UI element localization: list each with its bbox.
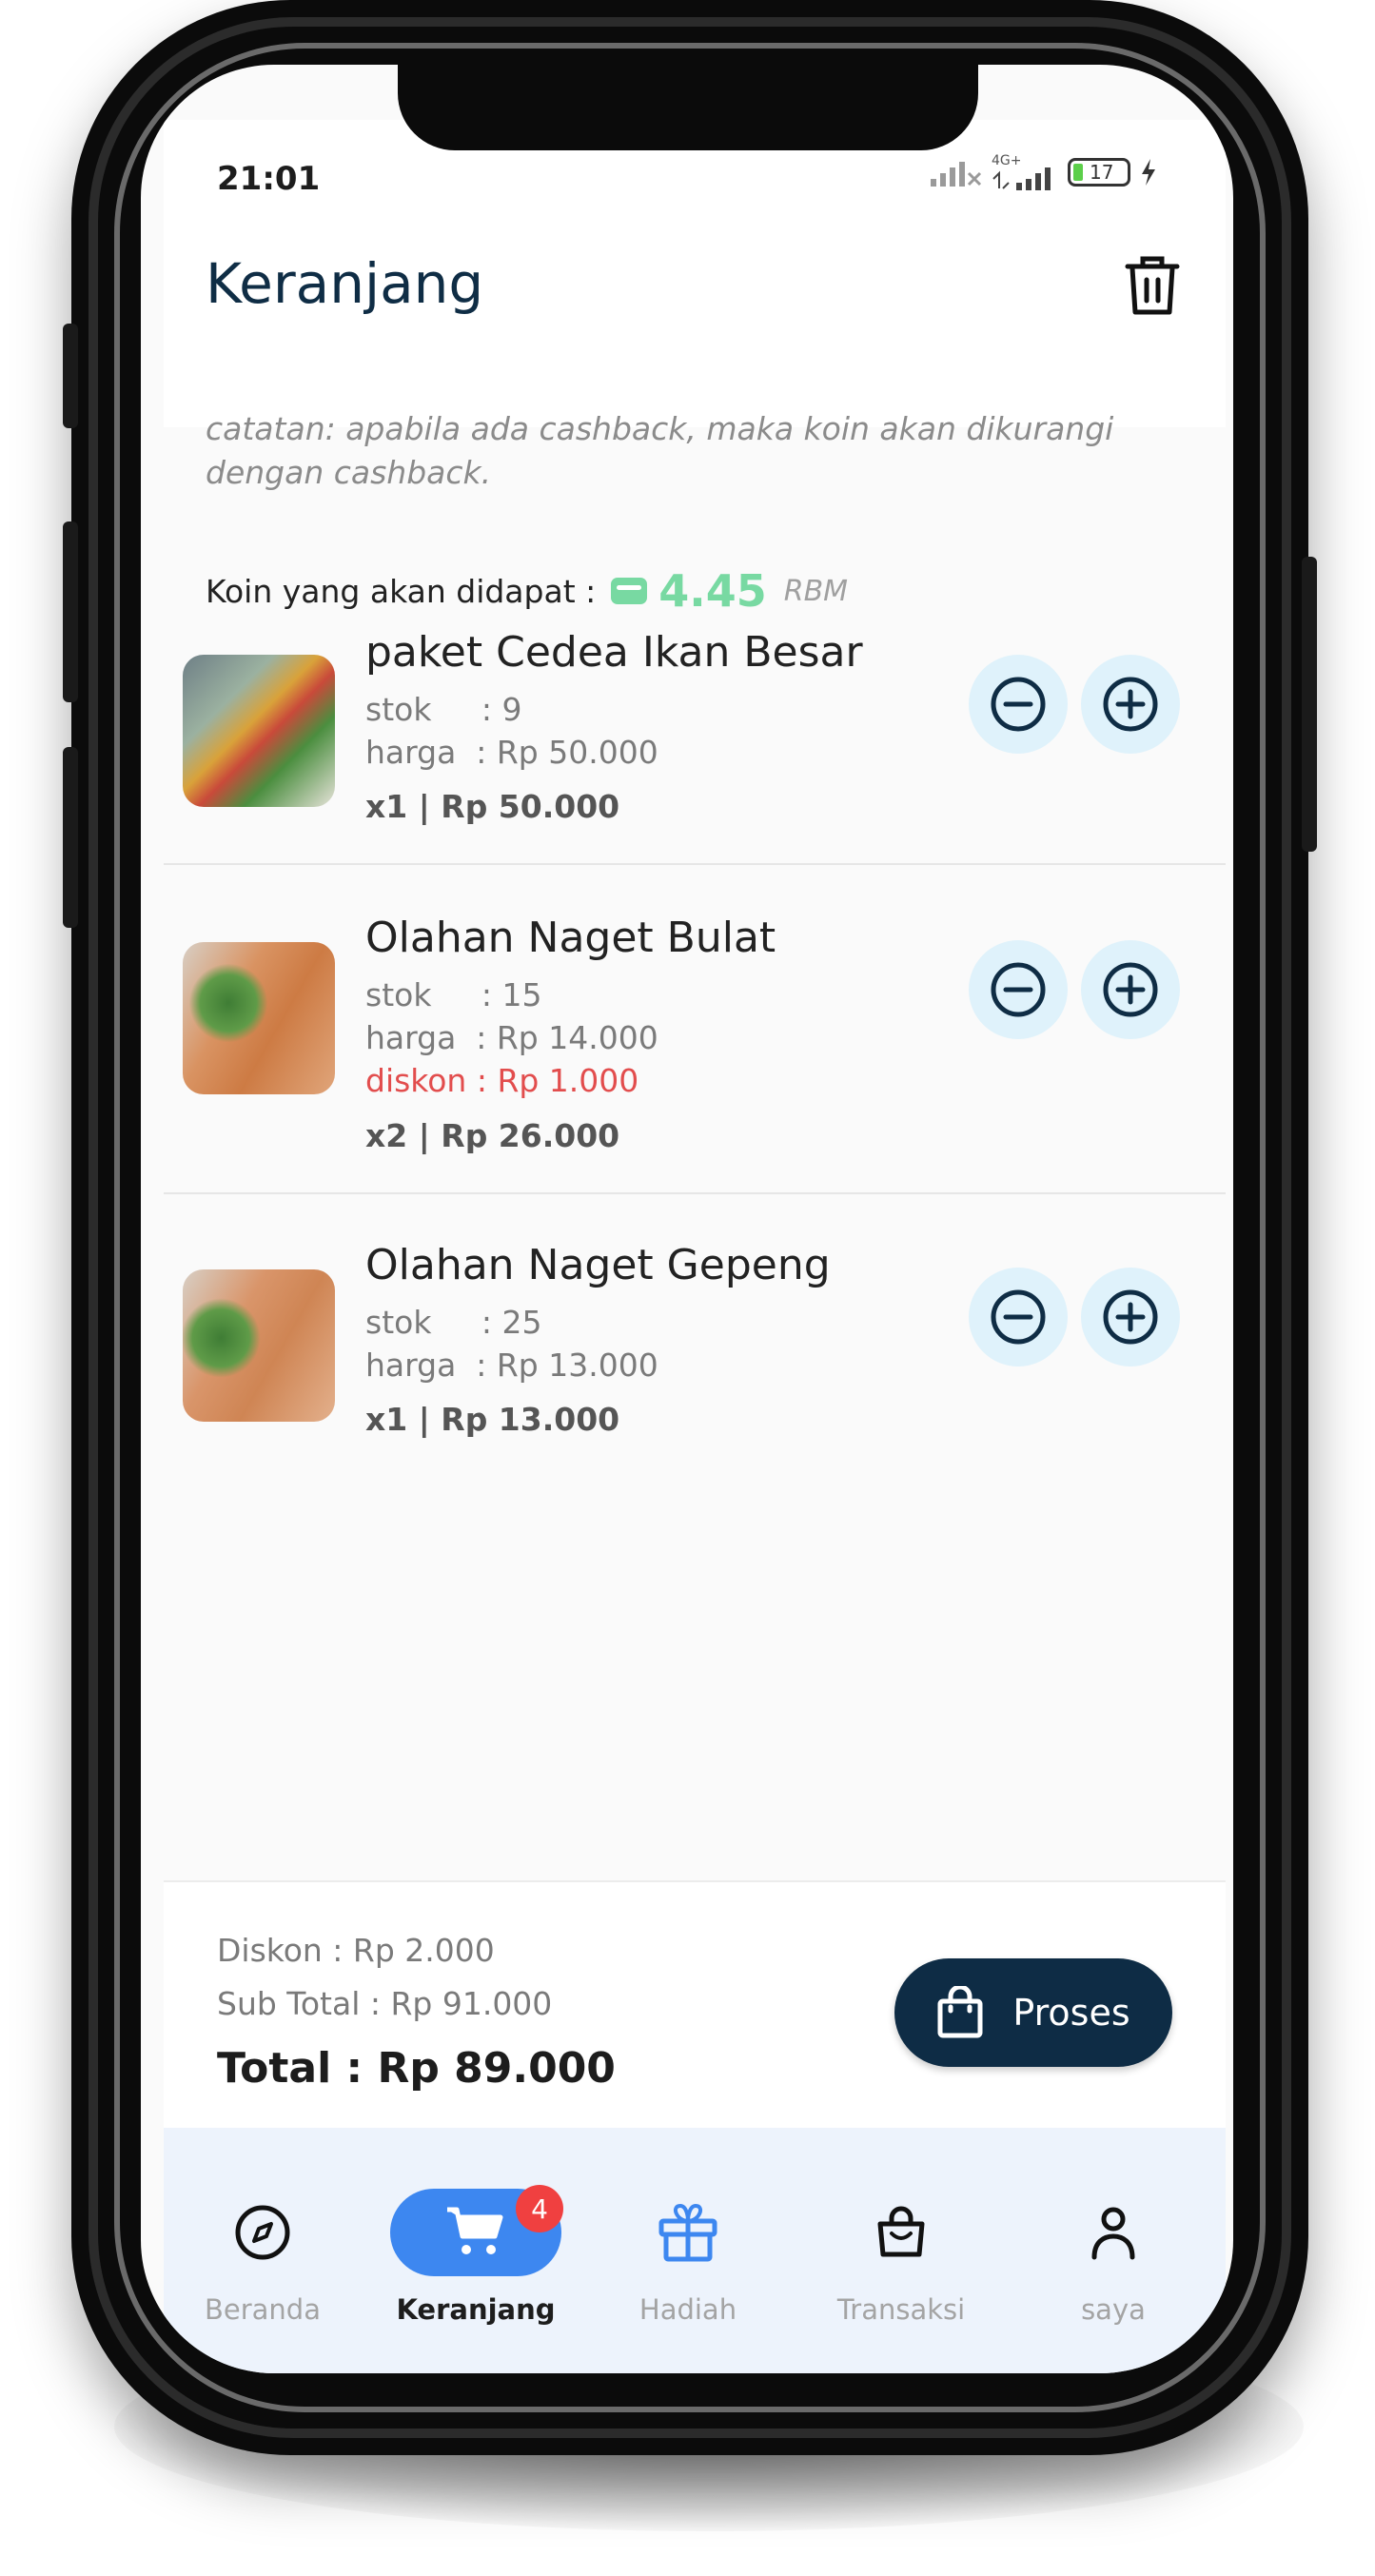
product-image: [183, 942, 335, 1094]
mute-switch: [63, 324, 78, 428]
gift-icon: [658, 2203, 717, 2262]
increase-button[interactable]: [1081, 940, 1180, 1039]
item-divider: [164, 1192, 1226, 1194]
item-stock: stok : 15: [365, 976, 542, 1013]
item-line-total: x2 | Rp 26.000: [365, 1117, 620, 1154]
shopping-bag-icon: [877, 2206, 925, 2257]
nav-label: Transaksi: [836, 2293, 966, 2326]
signal-icon: [992, 167, 1051, 190]
nav-label: Hadiah: [638, 2293, 737, 2326]
increase-button[interactable]: [1081, 1268, 1180, 1367]
app-screen: 21:01 4G+ 17 Keranjang catatan: apabila …: [141, 65, 1233, 2373]
summary-discount: Diskon : Rp 2.000: [217, 1932, 495, 1969]
status-time: 21:01: [217, 160, 321, 198]
network-type: 4G+: [992, 153, 1022, 168]
item-name: Olahan Naget Bulat: [365, 914, 776, 962]
item-stock: stok : 25: [365, 1304, 542, 1341]
coin-label: Koin yang akan didapat :: [206, 572, 597, 610]
power-button: [1302, 557, 1317, 852]
trash-icon[interactable]: [1124, 255, 1181, 316]
wallet-icon: [611, 578, 648, 604]
product-image: [183, 655, 335, 807]
decrease-button[interactable]: [969, 940, 1068, 1039]
cart-count-badge: 4: [516, 2185, 563, 2232]
summary-subtotal: Sub Total : Rp 91.000: [217, 1985, 553, 2022]
shopping-bag-icon: [937, 1986, 983, 2038]
notch: [398, 65, 978, 150]
item-name: Olahan Naget Gepeng: [365, 1241, 831, 1289]
plus-circle-icon: [1103, 677, 1158, 732]
minus-circle-icon: [991, 677, 1046, 732]
cashback-note: catatan: apabila ada cashback, maka koin…: [206, 410, 1114, 491]
volume-up-button: [63, 521, 78, 702]
item-stock: stok : 9: [365, 691, 522, 728]
item-discount: diskon : Rp 1.000: [365, 1062, 639, 1099]
compass-icon: [235, 2205, 290, 2260]
process-label: Proses: [1012, 1992, 1130, 2034]
nav-item-hadiah[interactable]: Hadiah: [593, 2175, 783, 2326]
nav-item-keranjang[interactable]: 4 Keranjang: [381, 2175, 571, 2326]
item-divider: [164, 863, 1226, 865]
nav-item-transaksi[interactable]: Transaksi: [806, 2175, 996, 2326]
summary-total: Total : Rp 89.000: [217, 2044, 616, 2093]
coin-earned-row: Koin yang akan didapat : 4.45 RBM: [206, 565, 848, 617]
process-button[interactable]: Proses: [894, 1958, 1172, 2067]
charging-icon: [1142, 159, 1155, 186]
plus-circle-icon: [1103, 1289, 1158, 1345]
decrease-button[interactable]: [969, 1268, 1068, 1367]
coin-unit: RBM: [783, 574, 849, 608]
item-line-total: x1 | Rp 13.000: [365, 1401, 620, 1438]
volume-down-button: [63, 747, 78, 928]
status-icons: 4G+ 17: [929, 154, 1157, 190]
minus-circle-icon: [991, 962, 1046, 1017]
item-price: harga : Rp 50.000: [365, 734, 658, 771]
bottom-nav: Beranda 4 Keranjang Hadiah Transaksi say…: [164, 2128, 1226, 2373]
decrease-button[interactable]: [969, 655, 1068, 754]
nav-label: saya: [1081, 2293, 1146, 2326]
item-price: harga : Rp 13.000: [365, 1347, 658, 1384]
order-summary: Diskon : Rp 2.000 Sub Total : Rp 91.000 …: [164, 1880, 1226, 2128]
product-image: [183, 1269, 335, 1422]
item-price: harga : Rp 14.000: [365, 1019, 658, 1056]
battery-icon: 17: [1068, 158, 1130, 187]
minus-circle-icon: [991, 1289, 1046, 1345]
cart-icon: [447, 2207, 503, 2254]
increase-button[interactable]: [1081, 655, 1180, 754]
signal-off-icon: [931, 162, 982, 187]
item-line-total: x1 | Rp 50.000: [365, 788, 620, 825]
active-nav-pill: 4: [390, 2185, 563, 2276]
item-name: paket Cedea Ikan Besar: [365, 628, 863, 677]
nav-label: Beranda: [205, 2293, 321, 2326]
plus-circle-icon: [1103, 962, 1158, 1017]
page-title: Keranjang: [206, 251, 484, 316]
person-icon: [1091, 2207, 1135, 2260]
nav-label: Keranjang: [396, 2293, 556, 2326]
coin-value: 4.45: [658, 565, 767, 617]
nav-item-saya[interactable]: saya: [1018, 2175, 1208, 2326]
nav-item-beranda[interactable]: Beranda: [167, 2175, 358, 2326]
